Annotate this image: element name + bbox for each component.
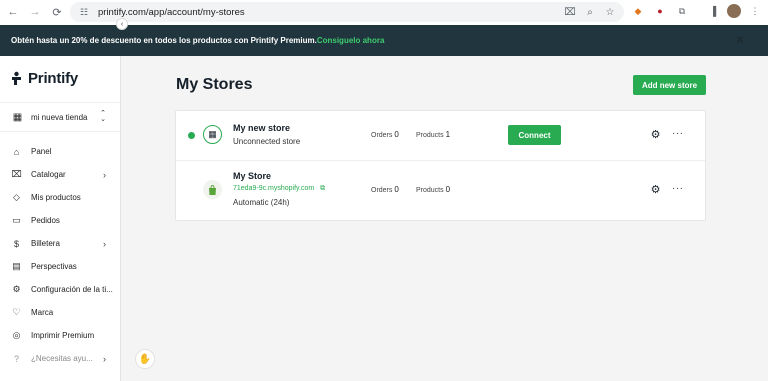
chevron-right-icon: › <box>103 238 106 249</box>
sidebar-item-insights[interactable]: ▤ Perspectivas <box>0 255 120 278</box>
sidebar-item-orders[interactable]: ▭ Pedidos <box>0 209 120 232</box>
orders-label: Orders <box>371 132 393 139</box>
zoom-icon[interactable]: ⌕ <box>584 5 596 19</box>
promo-text: Obtén hasta un 20% de descuento en todos… <box>11 36 317 45</box>
sidebar-item-label: Billetera <box>31 239 60 248</box>
store-url: 71eda9-9c.myshopify.com <box>233 185 315 192</box>
sidebar-item-premium[interactable]: ◎ Imprimir Premium <box>0 324 120 347</box>
gear-icon[interactable]: ⚙ <box>650 184 661 196</box>
store-selector-label: mi nueva tienda <box>31 112 88 122</box>
home-icon: ⌂ <box>13 146 20 157</box>
chat-help-button[interactable]: ✋ <box>135 349 155 369</box>
store-row: ▦ My new store Unconnected store Orders … <box>176 111 705 161</box>
store-name: My Store <box>233 171 272 181</box>
back-icon[interactable]: ← <box>5 4 21 20</box>
products-stat: Products 1 <box>416 130 450 139</box>
page-title: My Stores <box>176 76 253 93</box>
metamask-icon[interactable]: ◆ <box>631 4 645 18</box>
store-row: My Store 71eda9-9c.myshopify.com ⧉ Autom… <box>176 161 705 220</box>
store-icon: ▦ <box>12 111 23 123</box>
products-value: 1 <box>445 130 451 139</box>
printify-logo-icon <box>12 71 21 85</box>
sidebar-item-products[interactable]: ◇ Mis productos <box>0 186 120 209</box>
sidebar: Printify ▦ mi nueva tienda ⌃ ⌄ ⌂ Panel ⌧ … <box>0 56 121 381</box>
store-status: Unconnected store <box>233 137 301 146</box>
sidebar-item-wallet[interactable]: $ Billetera › <box>0 232 120 255</box>
reload-icon[interactable]: ⟳ <box>49 4 65 20</box>
sidebar-item-label: Marca <box>31 308 54 317</box>
sidebar-icon[interactable]: ▐ <box>706 4 720 18</box>
sidebar-item-label: Configuración de la ti... <box>31 285 113 294</box>
more-options-icon[interactable]: ··· <box>672 183 684 194</box>
chevron-right-icon: › <box>103 169 106 180</box>
orders-stat: Orders 0 <box>371 185 399 194</box>
stores-card: ▦ My new store Unconnected store Orders … <box>175 110 706 221</box>
address-bar[interactable]: ☷ printify.com/app/account/my-stores ⌧ ⌕… <box>70 2 624 22</box>
sidebar-item-label: Catalogar <box>31 170 66 179</box>
store-selector[interactable]: ▦ mi nueva tienda ⌃ ⌄ <box>0 102 120 132</box>
chart-icon: ▤ <box>12 261 21 271</box>
sidebar-menu: ⌂ Panel ⌧ Catalogar › ◇ Mis productos ▭ … <box>0 140 120 370</box>
add-new-store-button[interactable]: Add new store <box>633 75 706 95</box>
site-info-icon[interactable]: ☷ <box>78 6 90 18</box>
more-options-icon[interactable]: ··· <box>672 128 684 139</box>
sidebar-item-label: Pedidos <box>31 216 60 225</box>
url-text[interactable]: printify.com/app/account/my-stores <box>98 7 245 18</box>
tag-icon: ⌧ <box>11 169 22 179</box>
hand-icon: ✋ <box>138 353 152 365</box>
sidebar-item-catalog[interactable]: ⌧ Catalogar › <box>0 163 120 186</box>
browser-toolbar: ← → ⟳ ☷ printify.com/app/account/my-stor… <box>0 0 768 25</box>
shopify-bag-icon <box>209 184 216 195</box>
printify-logo[interactable]: Printify <box>10 70 78 87</box>
sidebar-item-label: Mis productos <box>31 193 81 202</box>
kebab-icon[interactable]: ⋮ <box>748 4 762 18</box>
orders-value: 0 <box>394 130 399 139</box>
sidebar-item-label: ¿Necesitas ayu... <box>31 354 93 363</box>
store-name: My new store <box>233 123 291 133</box>
sidebar-item-store-settings[interactable]: ⚙ Configuración de la ti... <box>0 278 120 301</box>
external-link-icon: ⧉ <box>320 185 326 192</box>
sidebar-item-label: Panel <box>31 147 52 156</box>
sidebar-item-label: Perspectivas <box>31 262 77 271</box>
sidebar-item-panel[interactable]: ⌂ Panel <box>0 140 120 163</box>
sidebar-item-brand[interactable]: ♡ Marca <box>0 301 120 324</box>
help-icon: ? <box>13 353 19 364</box>
puzzle-icon[interactable]: ⧉ <box>675 4 689 18</box>
store-url-link[interactable]: 71eda9-9c.myshopify.com ⧉ <box>233 185 325 193</box>
translate-icon[interactable]: ⌧ <box>564 5 576 19</box>
forward-icon[interactable]: → <box>27 4 43 20</box>
products-label: Products <box>416 132 444 139</box>
logo-wordmark: Printify <box>28 70 79 87</box>
close-icon[interactable]: ✕ <box>736 35 744 46</box>
orders-value: 0 <box>394 185 399 194</box>
chevron-right-icon: › <box>103 353 106 364</box>
products-stat: Products 0 <box>416 185 450 194</box>
sidebar-item-help[interactable]: ? ¿Necesitas ayu... › <box>0 347 120 370</box>
avatar[interactable] <box>727 4 741 18</box>
gear-icon[interactable]: ⚙ <box>650 129 661 141</box>
products-value: 0 <box>445 185 451 194</box>
tags-icon: ◇ <box>13 192 20 202</box>
bookmark-star-icon[interactable]: ☆ <box>604 5 616 19</box>
store-icon: ▦ <box>203 125 222 144</box>
sync-frequency: Automatic (24h) <box>233 198 290 207</box>
gear-icon: ⚙ <box>12 284 21 294</box>
dollar-icon: $ <box>13 238 19 249</box>
orders-stat: Orders 0 <box>371 130 399 139</box>
products-label: Products <box>416 187 444 194</box>
collapse-sidebar-button[interactable]: ‹ <box>116 18 128 30</box>
connect-button[interactable]: Connect <box>508 125 561 145</box>
shopify-icon <box>203 180 222 199</box>
heart-icon: ♡ <box>12 307 21 317</box>
status-dot <box>188 132 195 139</box>
medal-icon: ◎ <box>12 330 21 340</box>
truck-icon: ▭ <box>12 215 21 225</box>
promo-link[interactable]: Consiguelo ahora <box>317 36 385 45</box>
chevron-updown-icon: ⌃ ⌄ <box>100 110 106 123</box>
sidebar-item-label: Imprimir Premium <box>31 331 95 340</box>
extension-icon[interactable]: ● <box>653 4 667 18</box>
promo-banner: Obtén hasta un 20% de descuento en todos… <box>0 25 768 56</box>
orders-label: Orders <box>371 187 393 194</box>
